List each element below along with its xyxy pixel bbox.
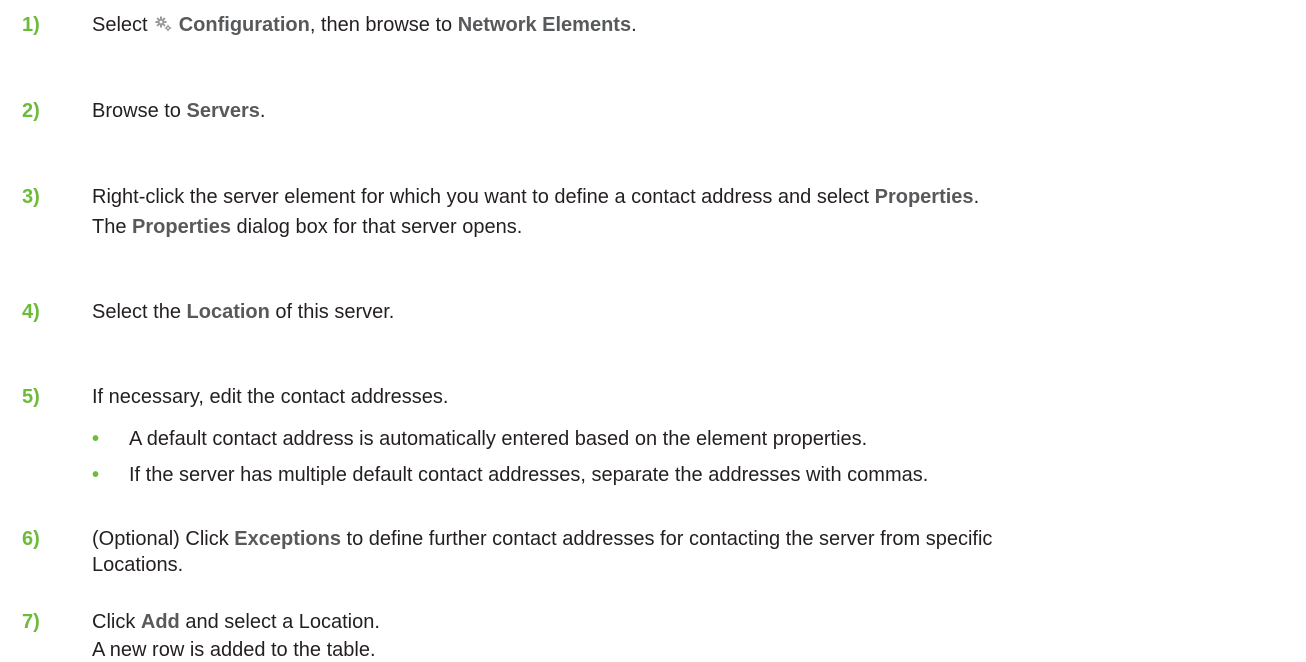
- text-segment: to define further contact addresses for …: [340, 528, 993, 550]
- step-text: Browse to Servers.: [92, 99, 1292, 123]
- bullet-text: A default contact address is automatical…: [129, 428, 868, 450]
- procedure-document: 1) Select Configuration, then browse to …: [0, 0, 1306, 662]
- step-text: Click Add and select a Location. A new r…: [92, 610, 1292, 662]
- text-segment: Select the: [92, 301, 187, 323]
- list-item: • A default contact address is automatic…: [92, 427, 1292, 451]
- text-segment: .: [259, 100, 266, 122]
- configuration-term: Configuration: [178, 14, 310, 36]
- properties-term: Properties: [132, 216, 231, 238]
- text-segment: Locations.: [92, 554, 184, 576]
- text-segment: .: [973, 186, 980, 208]
- step-text: If necessary, edit the contact addresses…: [92, 385, 1292, 409]
- step-number: 5): [22, 386, 40, 408]
- text-segment: of this server.: [269, 301, 395, 323]
- bullet-icon: •: [92, 428, 100, 450]
- step-text: (Optional) Click Exceptions to define fu…: [92, 527, 1292, 577]
- text-segment: and select a Location.: [179, 611, 380, 633]
- step-number: 7): [22, 611, 40, 633]
- text-segment: .: [631, 14, 637, 36]
- text-segment: A new row is added to the table.: [92, 639, 376, 661]
- text-segment: The: [92, 216, 133, 238]
- step-number: 4): [22, 301, 40, 323]
- servers-term: Servers: [186, 100, 260, 122]
- step-number: 2): [22, 100, 40, 122]
- step-text: Select Configuration, then browse to Net…: [92, 13, 1292, 37]
- step-text: Right-click the server element for which…: [92, 185, 1292, 239]
- bullet-text: If the server has multiple default conta…: [129, 464, 929, 486]
- step-number: 1): [22, 14, 40, 36]
- text-segment: , then browse to: [309, 14, 458, 36]
- network-elements-term: Network Elements: [457, 14, 632, 36]
- add-term: Add: [140, 611, 180, 633]
- step-text: Select the Location of this server.: [92, 300, 1292, 324]
- step-number: 3): [22, 186, 40, 208]
- text-segment: dialog box for that server opens.: [230, 216, 523, 238]
- list-item: • If the server has multiple default con…: [92, 463, 1292, 487]
- gear-icon: [153, 14, 173, 34]
- text-segment: (Optional) Click: [92, 528, 235, 550]
- text-segment: If necessary, edit the contact addresses…: [92, 386, 449, 408]
- properties-term: Properties: [874, 186, 974, 208]
- text-segment: Select: [92, 14, 154, 36]
- location-term: Location: [186, 301, 270, 323]
- exceptions-term: Exceptions: [234, 528, 341, 550]
- text-segment: Browse to: [92, 100, 187, 122]
- step-5-bullet-list: • A default contact address is automatic…: [92, 427, 1292, 487]
- bullet-icon: •: [92, 464, 100, 486]
- text-segment: Click: [92, 611, 141, 633]
- step-number: 6): [22, 528, 40, 550]
- text-segment: Right-click the server element for which…: [92, 186, 875, 208]
